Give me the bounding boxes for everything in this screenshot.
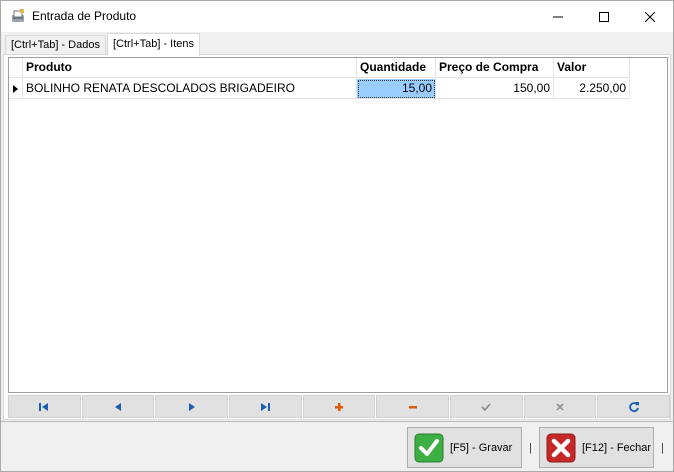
cancel-record-icon bbox=[556, 402, 564, 411]
close-form-button[interactable]: [F12] - Fechar bbox=[539, 427, 654, 468]
checkmark-icon bbox=[414, 433, 444, 462]
close-icon bbox=[645, 11, 655, 22]
prior-record-button[interactable] bbox=[81, 395, 155, 418]
items-tab-panel: Produto Quantidade Preço de Compra Valor… bbox=[3, 54, 671, 420]
insert-record-icon bbox=[335, 402, 344, 411]
column-header-produto[interactable]: Produto bbox=[23, 58, 357, 78]
next-record-icon bbox=[188, 402, 195, 411]
save-button[interactable]: [F5] - Gravar bbox=[407, 427, 522, 468]
cell-preco-compra[interactable]: 150,00 bbox=[436, 79, 554, 99]
last-record-icon bbox=[261, 402, 271, 411]
minimize-icon bbox=[553, 16, 563, 17]
record-navigator bbox=[8, 395, 671, 418]
tab-dados[interactable]: [Ctrl+Tab] - Dados bbox=[5, 35, 106, 55]
delete-record-button[interactable] bbox=[376, 395, 450, 418]
prior-record-icon bbox=[115, 402, 121, 411]
refresh-icon bbox=[628, 401, 639, 412]
column-header-quantidade[interactable]: Quantidade bbox=[357, 58, 436, 78]
column-header-preco-compra[interactable]: Preço de Compra bbox=[436, 58, 554, 78]
minimize-button[interactable] bbox=[535, 1, 581, 32]
maximize-icon bbox=[599, 11, 609, 22]
current-row-arrow-icon bbox=[13, 85, 18, 93]
last-record-button[interactable] bbox=[229, 395, 302, 418]
separator: | bbox=[529, 442, 532, 454]
tab-strip: [Ctrl+Tab] - Dados [Ctrl+Tab] - Itens bbox=[1, 32, 673, 56]
insert-record-button[interactable] bbox=[302, 395, 376, 418]
title-bar[interactable]: Entrada de Produto bbox=[1, 1, 673, 32]
first-record-button[interactable] bbox=[8, 395, 81, 418]
cell-valor[interactable]: 2.250,00 bbox=[554, 79, 630, 99]
cell-produto[interactable]: BOLINHO RENATA DESCOLADOS BRIGADEIRO bbox=[23, 79, 357, 99]
cell-quantidade[interactable]: 15,00 bbox=[357, 79, 436, 99]
product-entry-window: Entrada de Produto [Ctrl+Tab] - Dados [C… bbox=[0, 0, 674, 472]
column-header-valor[interactable]: Valor bbox=[554, 58, 630, 78]
cancel-record-button[interactable] bbox=[523, 395, 597, 418]
tab-itens[interactable]: [Ctrl+Tab] - Itens bbox=[107, 33, 201, 56]
post-record-button[interactable] bbox=[450, 395, 523, 418]
close-form-label: [F12] - Fechar bbox=[582, 441, 652, 454]
separator: | bbox=[661, 442, 664, 454]
close-window-button[interactable] bbox=[627, 1, 673, 32]
window-title: Entrada de Produto bbox=[32, 9, 137, 23]
delete-record-icon bbox=[408, 405, 417, 408]
grid-header: Produto Quantidade Preço de Compra Valor bbox=[9, 58, 630, 78]
maximize-button[interactable] bbox=[581, 1, 627, 32]
row-indicator-cell[interactable] bbox=[9, 79, 23, 99]
post-record-icon bbox=[481, 402, 491, 411]
save-label: [F5] - Gravar bbox=[450, 441, 513, 454]
close-x-icon bbox=[546, 433, 576, 462]
action-bar: [F5] - Gravar | [F12] - Fechar | bbox=[1, 421, 673, 471]
first-record-icon bbox=[39, 402, 49, 411]
items-grid[interactable]: Produto Quantidade Preço de Compra Valor… bbox=[8, 57, 668, 393]
refresh-button[interactable] bbox=[597, 395, 671, 418]
product-entry-icon bbox=[10, 8, 26, 24]
next-record-button[interactable] bbox=[155, 395, 229, 418]
table-row[interactable]: BOLINHO RENATA DESCOLADOS BRIGADEIRO 15,… bbox=[9, 79, 630, 99]
header-indicator-cell bbox=[9, 58, 23, 78]
